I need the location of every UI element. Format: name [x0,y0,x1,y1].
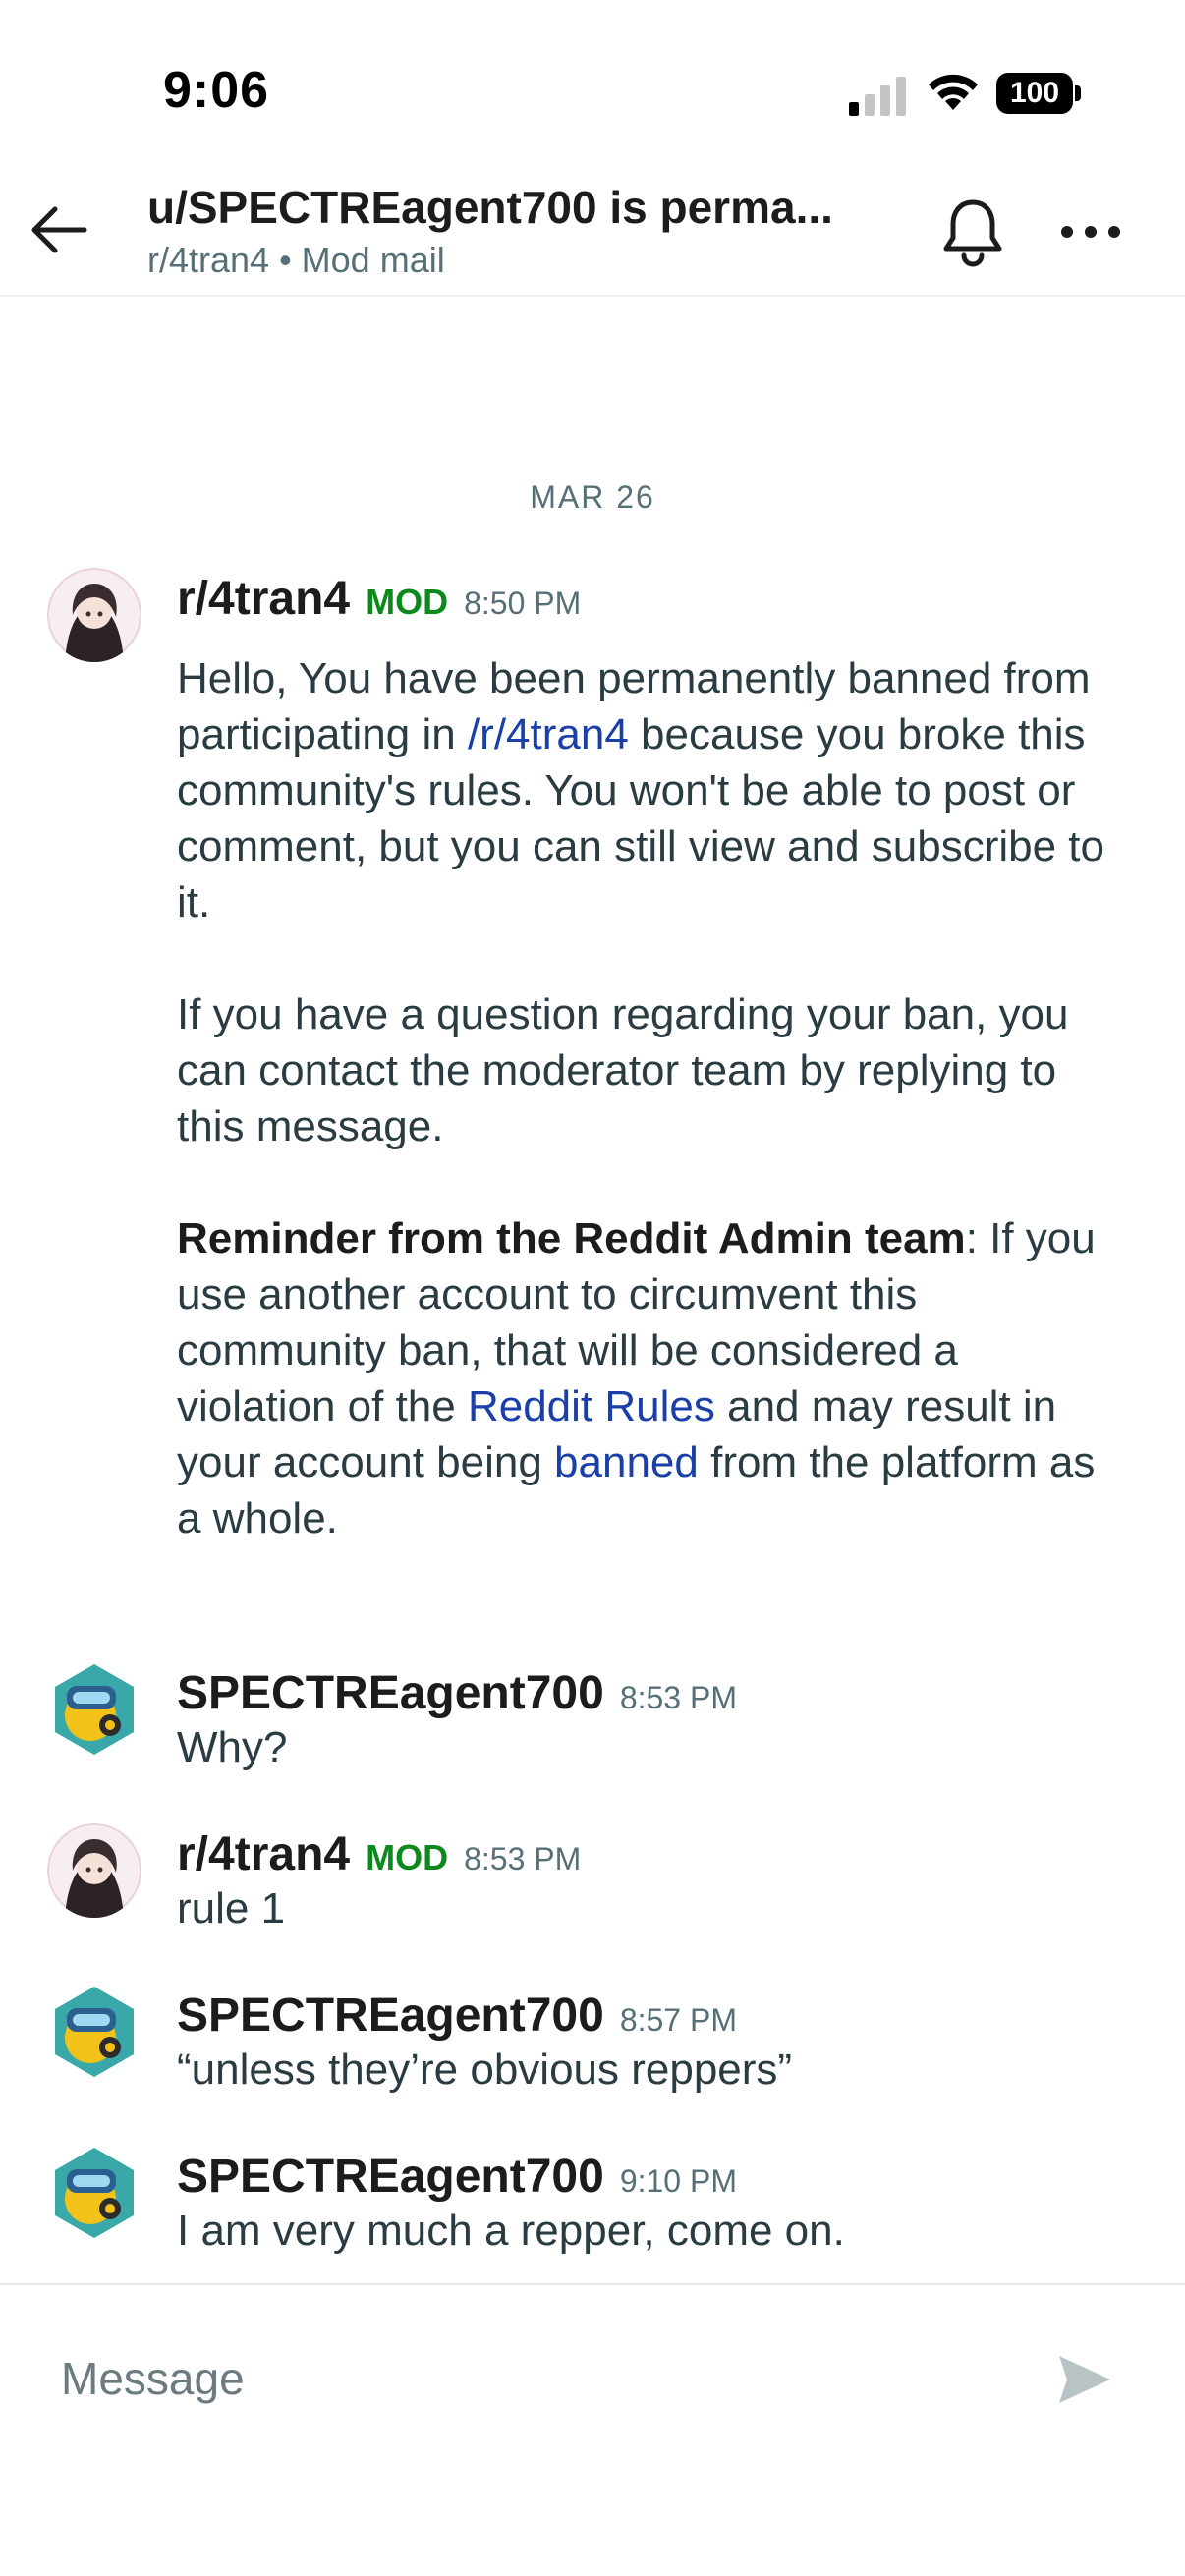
message-time: 9:10 PM [619,2163,737,2199]
reddit-rules-link[interactable]: Reddit Rules [468,1382,715,1430]
message-body: “unless they’re obvious reppers” [177,2045,793,2094]
avatar[interactable] [47,1823,141,1918]
author-name[interactable]: r/4tran4 [177,1827,350,1881]
message-time: 8:50 PM [464,586,582,621]
avatar[interactable] [47,2146,141,2240]
message-input[interactable] [61,2344,994,2413]
conversation-title: u/SPECTREagent700 is perma... [147,182,833,233]
banned-link[interactable]: banned [554,1438,699,1486]
battery-icon: 100 [996,73,1081,114]
message-paragraph: If you have a question regarding your ba… [177,990,1069,1150]
subreddit-avatar-icon [47,568,141,662]
conversation-subtitle: r/4tran4 • Mod mail [147,240,445,280]
user-avatar-icon [55,1987,134,2077]
status-bar: 9:06 100 [0,0,1185,157]
message-time: 8:57 PM [619,2002,737,2038]
wifi-icon [929,74,978,110]
date-separator: MAR 26 [530,479,655,515]
message-time: 8:53 PM [464,1841,582,1876]
mod-badge: MOD [366,1837,449,1877]
message-header: r/4tran4 MOD 8:50 PM [177,572,581,626]
author-name[interactable]: r/4tran4 [177,572,350,626]
message-header: SPECTREagent700 8:53 PM [177,1666,737,1720]
subreddit-link[interactable]: /r/4tran4 [468,710,629,758]
status-time: 9:06 [163,62,270,119]
message-composer [0,2283,1185,2576]
avatar[interactable] [47,1985,141,2079]
user-avatar-icon [55,2148,134,2238]
conversation-header: u/SPECTREagent700 is perma... r/4tran4 •… [0,157,1185,297]
send-icon [1059,2356,1110,2403]
message-body: Why? [177,1723,288,1771]
message-header: r/4tran4 MOD 8:53 PM [177,1827,581,1881]
message-header: SPECTREagent700 8:57 PM [177,1988,737,2043]
battery-cap [1075,85,1081,101]
avatar[interactable] [47,1662,141,1757]
message-body: Hello, You have been permanently banned … [177,650,1120,1546]
author-name[interactable]: SPECTREagent700 [177,1666,604,1720]
bell-icon [943,199,1002,267]
cellular-signal-icon [849,77,906,116]
subreddit-avatar-icon [47,1823,141,1918]
notifications-button[interactable] [933,193,1012,271]
back-button[interactable] [24,195,94,265]
send-button[interactable] [1045,2340,1124,2419]
battery-level: 100 [996,73,1073,114]
user-avatar-icon [55,1664,134,1755]
more-dots-icon [1061,226,1120,238]
bold-text: Reminder from the Reddit Admin team [177,1214,966,1262]
avatar[interactable] [47,568,141,662]
mod-badge: MOD [366,582,449,622]
message-body: I am very much a repper, come on. [177,2207,845,2255]
arrow-left-icon [31,206,87,253]
more-options-button[interactable] [1051,193,1130,271]
message-time: 8:53 PM [619,1680,737,1715]
author-name[interactable]: SPECTREagent700 [177,2150,604,2204]
message-header: SPECTREagent700 9:10 PM [177,2150,737,2204]
message-body: rule 1 [177,1884,286,1932]
message-paragraph: Hello, You have been permanently banned … [177,650,1120,930]
message-paragraph: Reminder from the Reddit Admin team: If … [177,1210,1120,1546]
author-name[interactable]: SPECTREagent700 [177,1988,604,2043]
